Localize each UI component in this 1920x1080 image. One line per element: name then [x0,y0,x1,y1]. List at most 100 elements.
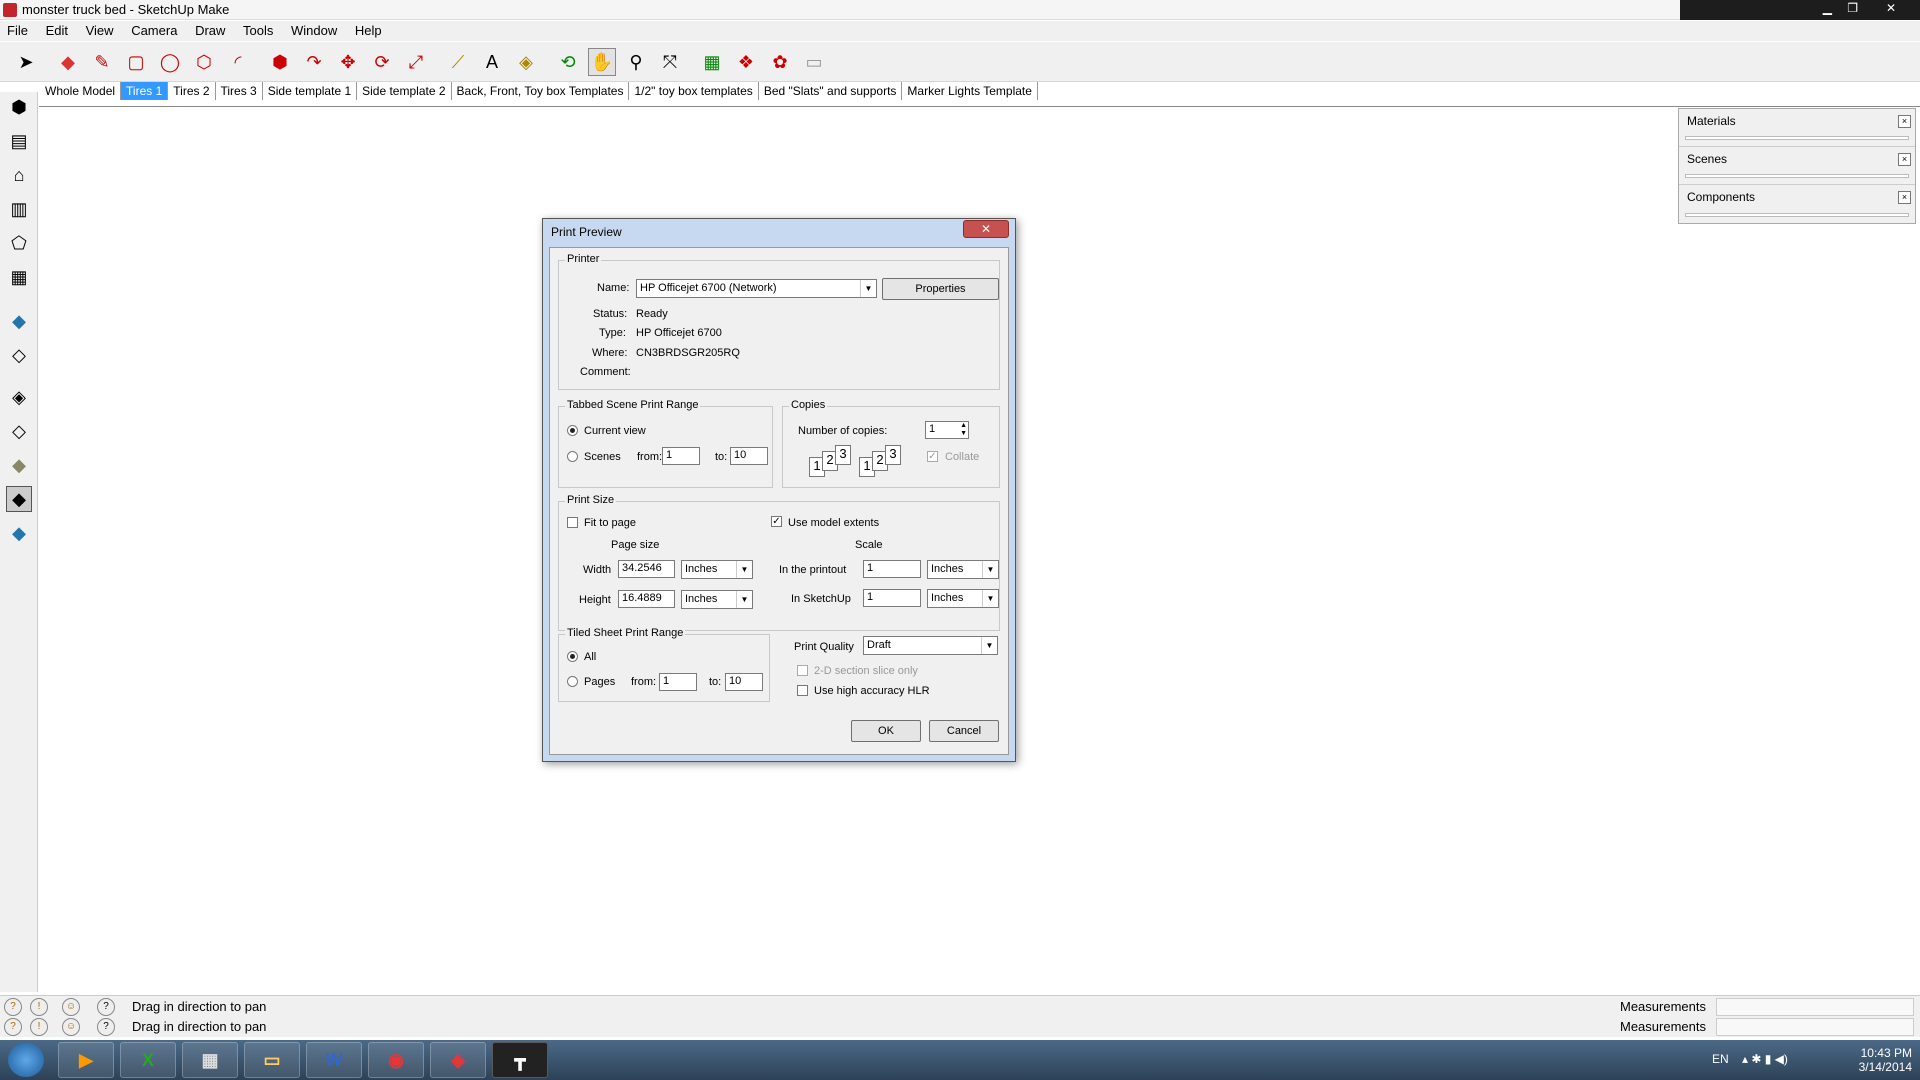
in-the-printout-input[interactable]: 1 [863,560,921,578]
in-sketchup-input[interactable]: 1 [863,589,921,607]
scene-tab[interactable]: Marker Lights Template [902,82,1038,100]
arc-icon[interactable]: ◜ [224,48,252,76]
properties-button[interactable]: Properties [882,278,999,300]
scene-tab[interactable]: Tires 3 [216,82,263,100]
use-model-extents-checkbox[interactable]: ✓ [771,516,782,527]
close-window-icon[interactable]: ✕ [1862,1,1920,19]
components-share-icon[interactable]: ❖ [732,48,760,76]
measurements-input[interactable] [1716,1018,1914,1036]
move-icon[interactable]: ✥ [334,48,362,76]
high-accuracy-hlr-checkbox[interactable] [797,685,808,696]
left-view-icon[interactable]: ▦ [6,264,32,290]
menu-view[interactable]: View [79,21,121,40]
printer-name-select[interactable]: HP Officejet 6700 (Network) ▼ [636,279,877,298]
back-edges-style-icon[interactable]: ◇ [6,342,32,368]
tray-icons[interactable]: ▴ ✱ ▮ ◀) [1742,1052,1788,1066]
menu-tools[interactable]: Tools [236,21,280,40]
help-icon[interactable]: ? [97,1018,115,1036]
monochrome-style-icon[interactable]: ◆ [6,520,32,546]
start-button[interactable] [8,1043,44,1077]
orbit-icon[interactable]: ⟲ [554,48,582,76]
menu-draw[interactable]: Draw [188,21,232,40]
layout-send-icon[interactable]: ▭ [800,48,828,76]
minimize-icon[interactable]: ▁ [1823,1,1832,15]
word-icon[interactable]: W [306,1042,362,1078]
current-view-radio[interactable] [567,425,578,436]
fit-to-page-checkbox[interactable] [567,517,578,528]
polygon-icon[interactable]: ⬡ [190,48,218,76]
width-input[interactable]: 34.2546 [618,560,675,578]
back-view-icon[interactable]: ⬠ [6,230,32,256]
excel-icon[interactable]: X [120,1042,176,1078]
dialog-close-button[interactable]: ✕ [963,220,1009,238]
scene-from-input[interactable]: 1 [662,447,700,465]
section-slice-checkbox[interactable] [797,665,808,676]
layout-taskbar-icon[interactable]: ┳ [492,1042,548,1078]
measurements-input[interactable] [1716,998,1914,1016]
wireframe-style-icon[interactable]: ◈ [6,384,32,410]
close-icon[interactable]: × [1898,153,1911,166]
geo-location-icon[interactable]: ? [4,998,22,1016]
credits-icon[interactable]: ! [30,1018,48,1036]
file-explorer-icon[interactable]: ▭ [244,1042,300,1078]
spinner-arrows-icon[interactable]: ▲ ▼ [960,422,967,438]
menu-help[interactable]: Help [348,21,389,40]
select-arrow-icon[interactable]: ➤ [12,48,40,76]
follow-me-icon[interactable]: ↷ [300,48,328,76]
tiled-pages-radio[interactable] [567,676,578,687]
sketchup-taskbar-icon[interactable]: ◈ [430,1042,486,1078]
ok-button[interactable]: OK [851,720,921,742]
tray-panel-scenes[interactable]: Scenes × [1679,147,1915,185]
media-player-icon[interactable]: ▶ [58,1042,114,1078]
tape-measure-icon[interactable]: ⟋ [444,48,472,76]
chrome-icon[interactable]: ◉ [368,1042,424,1078]
eraser-icon[interactable]: ◆ [54,48,82,76]
extension-warehouse-icon[interactable]: ✿ [766,48,794,76]
tiled-to-input[interactable]: 10 [725,673,763,691]
scene-tab-active[interactable]: Tires 1 [121,82,169,100]
width-unit-select[interactable]: Inches ▼ [681,560,753,579]
scene-tab[interactable]: Side template 2 [357,82,452,100]
close-icon[interactable]: × [1898,191,1911,204]
help-icon[interactable]: ? [97,998,115,1016]
iso-view-icon[interactable]: ⬢ [6,94,32,120]
tiled-all-radio[interactable] [567,651,578,662]
sketchup-unit-select[interactable]: Inches ▼ [927,589,999,608]
calculator-icon[interactable]: ▦ [182,1042,238,1078]
printout-unit-select[interactable]: Inches ▼ [927,560,999,579]
right-view-icon[interactable]: ▥ [6,196,32,222]
3d-warehouse-icon[interactable]: ▦ [698,48,726,76]
height-unit-select[interactable]: Inches ▼ [681,590,753,609]
scenes-radio[interactable] [567,451,578,462]
front-view-icon[interactable]: ⌂ [6,162,32,188]
scale-icon[interactable]: ⤢ [402,48,430,76]
scene-tab[interactable]: Back, Front, Toy box Templates [452,82,630,100]
hidden-line-style-icon[interactable]: ◇ [6,418,32,444]
menu-camera[interactable]: Camera [124,21,184,40]
scene-tab[interactable]: Tires 2 [168,82,216,100]
pan-hand-icon[interactable]: ✋ [588,48,616,76]
copies-spinner[interactable]: 1 ▲ ▼ [925,421,969,439]
menu-file[interactable]: File [0,21,35,40]
shaded-textures-style-icon[interactable]: ◆ [6,486,32,512]
scene-tab[interactable]: Bed "Slats" and supports [759,82,903,100]
tray-panel-materials[interactable]: Materials × [1679,109,1915,147]
maximize-icon[interactable]: ❐ [1847,1,1858,15]
shaded-style-icon[interactable]: ◆ [6,452,32,478]
rectangle-icon[interactable]: ▢ [122,48,150,76]
scene-to-input[interactable]: 10 [730,447,768,465]
zoom-extents-icon[interactable]: ⤧ [656,48,684,76]
clock[interactable]: 10:43 PM 3/14/2014 [1859,1046,1912,1074]
paint-bucket-icon[interactable]: ◈ [512,48,540,76]
menu-window[interactable]: Window [284,21,344,40]
scene-tab[interactable]: Side template 1 [263,82,358,100]
close-icon[interactable]: × [1898,115,1911,128]
tray-panel-components[interactable]: Components × [1679,185,1915,223]
xray-style-icon[interactable]: ◆ [6,308,32,334]
cancel-button[interactable]: Cancel [929,720,999,742]
scene-tab[interactable]: 1/2" toy box templates [629,82,759,100]
print-quality-select[interactable]: Draft ▼ [863,636,998,655]
text-label-icon[interactable]: A [478,48,506,76]
collate-checkbox[interactable]: ✓ [927,451,938,462]
rotate-icon[interactable]: ⟳ [368,48,396,76]
